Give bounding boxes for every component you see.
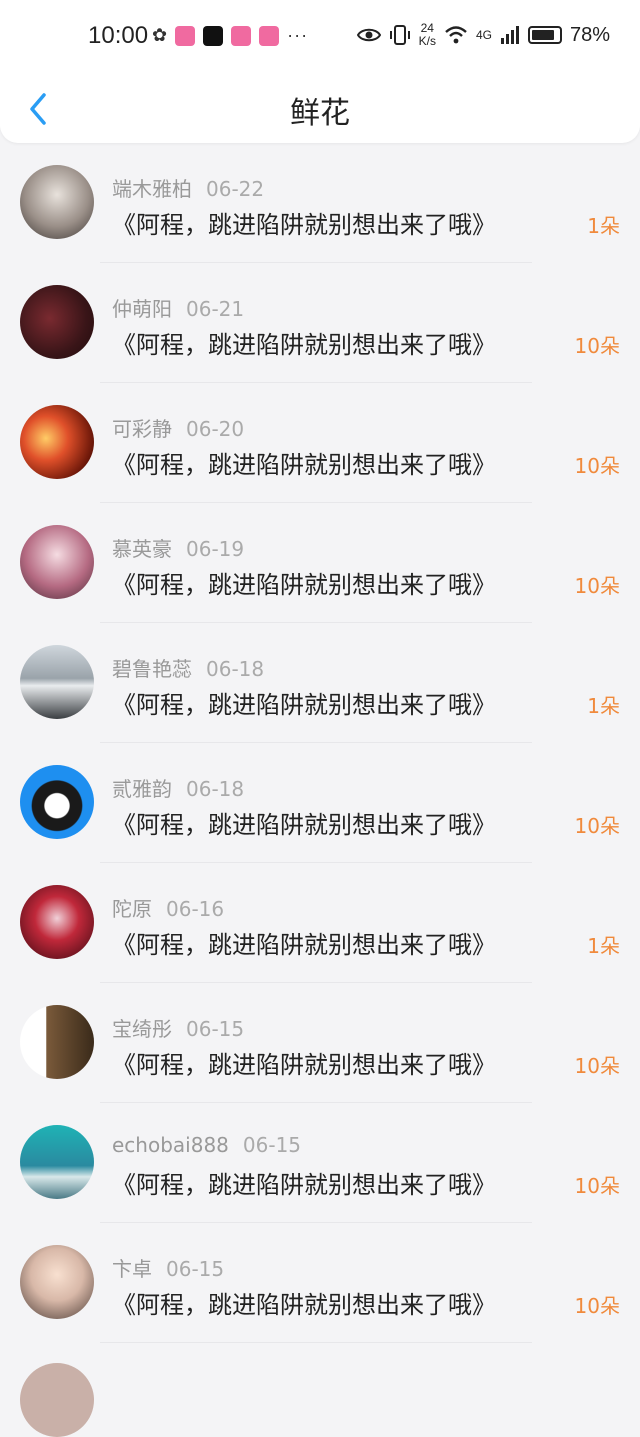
avatar[interactable] — [20, 525, 94, 599]
vibrate-icon — [389, 25, 410, 45]
gift-date: 06-21 — [186, 297, 245, 321]
name-row: 宝绮彤 06-15 — [112, 1013, 244, 1042]
avatar[interactable] — [20, 1245, 94, 1319]
name-row: echobai888 06-15 — [112, 1133, 301, 1157]
book-title: 《阿程，跳进陷阱就别想出来了哦》 — [112, 691, 496, 719]
avatar[interactable] — [20, 285, 94, 359]
avatar[interactable] — [20, 1125, 94, 1199]
flower-count: 10朵 — [574, 1174, 620, 1198]
list-item[interactable]: 宝绮彤 06-15 《阿程，跳进陷阱就别想出来了哦》 10朵 — [0, 983, 640, 1103]
list-item[interactable]: 慕英豪 06-19 《阿程，跳进陷阱就别想出来了哦》 10朵 — [0, 503, 640, 623]
user-name: echobai888 — [112, 1133, 229, 1157]
flower-count: 10朵 — [574, 814, 620, 838]
user-name: 卞卓 — [112, 1257, 152, 1281]
network-type: 4G — [475, 27, 492, 42]
battery-level: 78% — [569, 23, 610, 46]
user-name: 端木雅柏 — [112, 177, 192, 201]
status-bar: 10:00 ✿ ··· 24 K/s 4G 78% — [0, 0, 640, 76]
book-title: 《阿程，跳进陷阱就别想出来了哦》 — [112, 211, 496, 239]
user-name: 碧鲁艳蕊 — [112, 657, 192, 681]
flower-count: 1朵 — [587, 934, 620, 958]
list-item[interactable]: 碧鲁艳蕊 06-18 《阿程，跳进陷阱就别想出来了哦》 1朵 — [0, 623, 640, 743]
list-item[interactable]: 贰雅韵 06-18 《阿程，跳进陷阱就别想出来了哦》 10朵 — [0, 743, 640, 863]
user-name: 陀原 — [112, 897, 152, 921]
gift-date: 06-15 — [242, 1133, 302, 1157]
page-title: 鲜花 — [290, 96, 350, 131]
book-title: 《阿程，跳进陷阱就别想出来了哦》 — [112, 331, 496, 359]
book-title: 《阿程，跳进陷阱就别想出来了哦》 — [112, 811, 496, 839]
flower-count: 10朵 — [574, 574, 620, 598]
avatar[interactable] — [20, 1005, 94, 1079]
flower-count: 1朵 — [587, 694, 620, 718]
name-row: 慕英豪 06-19 — [112, 533, 244, 562]
avatar[interactable] — [20, 1363, 94, 1437]
wifi-icon — [445, 26, 467, 44]
book-title: 《阿程，跳进陷阱就别想出来了哦》 — [112, 1291, 496, 1319]
network-speed: 24 K/s — [418, 21, 436, 48]
gift-date: 06-22 — [206, 177, 265, 201]
gift-date: 06-19 — [186, 537, 245, 561]
flower-count: 1朵 — [587, 214, 620, 238]
book-title: 《阿程，跳进陷阱就别想出来了哦》 — [112, 1051, 496, 1079]
user-name: 贰雅韵 — [112, 777, 172, 801]
flower-list: 端木雅柏 06-22 《阿程，跳进陷阱就别想出来了哦》 1朵 仲萌阳 06-21 《… — [0, 143, 640, 1343]
flower-count: 10朵 — [574, 454, 620, 478]
signal-icon — [500, 26, 519, 44]
battery-icon — [527, 26, 562, 44]
app-header: 10:00 ✿ ··· 24 K/s 4G 78% 鲜花 — [0, 0, 640, 143]
gift-date: 06-20 — [186, 417, 245, 441]
flower-count: 10朵 — [574, 1054, 620, 1078]
name-row: 仲萌阳 06-21 — [112, 293, 244, 322]
gift-date: 06-15 — [166, 1257, 225, 1281]
app-notification-icon — [231, 25, 252, 46]
notification-icons: ✿ ··· — [152, 25, 308, 46]
flower-count: 10朵 — [574, 334, 620, 358]
list-item[interactable]: 端木雅柏 06-22 《阿程，跳进陷阱就别想出来了哦》 1朵 — [0, 143, 640, 263]
name-row: 碧鲁艳蕊 06-18 — [112, 653, 264, 682]
divider — [100, 1342, 532, 1343]
user-name: 慕英豪 — [112, 537, 172, 561]
wechat-icon: ✿ — [152, 25, 168, 45]
list-item[interactable]: 卞卓 06-15 《阿程，跳进陷阱就别想出来了哦》 10朵 — [0, 1223, 640, 1343]
app-notification-icon — [175, 25, 196, 46]
app-notification-icon — [203, 25, 224, 46]
list-item[interactable]: echobai888 06-15 《阿程，跳进陷阱就别想出来了哦》 10朵 — [0, 1103, 640, 1223]
gift-date: 06-15 — [186, 1017, 245, 1041]
avatar[interactable] — [20, 645, 94, 719]
eye-icon — [356, 28, 381, 42]
book-title: 《阿程，跳进陷阱就别想出来了哦》 — [112, 1171, 496, 1199]
book-title: 《阿程，跳进陷阱就别想出来了哦》 — [112, 931, 496, 959]
app-notification-icon — [259, 25, 280, 46]
name-row: 卞卓 06-15 — [112, 1253, 224, 1282]
list-item[interactable]: 仲萌阳 06-21 《阿程，跳进陷阱就别想出来了哦》 10朵 — [0, 263, 640, 383]
user-name: 宝绮彤 — [112, 1017, 172, 1041]
status-time: 10:00 — [88, 22, 149, 49]
name-row: 可彩静 06-20 — [112, 413, 244, 442]
status-right: 24 K/s 4G 78% — [356, 21, 610, 48]
title-bar: 鲜花 — [0, 76, 640, 143]
flower-count: 10朵 — [574, 1294, 620, 1318]
gift-date: 06-18 — [186, 777, 245, 801]
list-item[interactable]: 可彩静 06-20 《阿程，跳进陷阱就别想出来了哦》 10朵 — [0, 383, 640, 503]
book-title: 《阿程，跳进陷阱就别想出来了哦》 — [112, 451, 496, 479]
gift-date: 06-18 — [206, 657, 265, 681]
gift-date: 06-16 — [166, 897, 225, 921]
avatar[interactable] — [20, 765, 94, 839]
user-name: 仲萌阳 — [112, 297, 172, 321]
avatar[interactable] — [20, 405, 94, 479]
avatar[interactable] — [20, 885, 94, 959]
list-item[interactable]: 陀原 06-16 《阿程，跳进陷阱就别想出来了哦》 1朵 — [0, 863, 640, 983]
more-notifications-icon: ··· — [287, 25, 309, 45]
name-row: 贰雅韵 06-18 — [112, 773, 244, 802]
name-row: 端木雅柏 06-22 — [112, 173, 264, 202]
avatar[interactable] — [20, 165, 94, 239]
user-name: 可彩静 — [112, 417, 172, 441]
name-row: 陀原 06-16 — [112, 893, 224, 922]
book-title: 《阿程，跳进陷阱就别想出来了哦》 — [112, 571, 496, 599]
